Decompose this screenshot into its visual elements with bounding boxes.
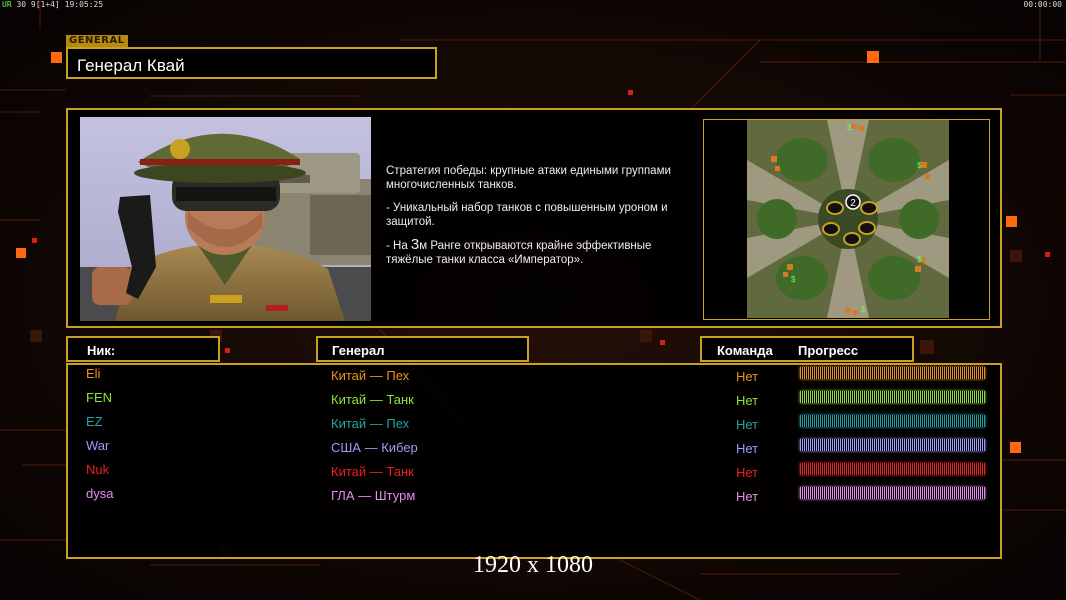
map-money-4: $ bbox=[861, 305, 866, 314]
desc-strategy: Стратегия победы: крупные атаки едиными … bbox=[386, 165, 671, 191]
team-header: Команда bbox=[717, 343, 773, 358]
player-nick: War bbox=[86, 438, 110, 453]
player-nick: dysa bbox=[86, 486, 114, 501]
general-header: Генерал bbox=[332, 343, 385, 358]
player-general: Китай — Танк bbox=[331, 464, 414, 479]
player-progress-fill bbox=[800, 463, 985, 475]
player-progress-bar bbox=[800, 415, 985, 427]
general-portrait-image bbox=[80, 117, 371, 321]
player-nick: Eli bbox=[86, 366, 101, 381]
nick-header: Ник: bbox=[87, 343, 116, 358]
hud-bracket: [1+4] bbox=[35, 0, 60, 9]
hud-stats: UR 30 9[1+4] 19:05:25 bbox=[2, 0, 103, 9]
map-money-5: $ bbox=[791, 275, 796, 284]
player-progress-bar bbox=[800, 463, 985, 475]
map-player-count: 2 bbox=[850, 198, 856, 209]
map-money-3: $ bbox=[917, 255, 922, 264]
desc-units: - Уникальный набор танков с повышенным у… bbox=[386, 202, 668, 228]
progress-header: Прогресс bbox=[798, 343, 859, 358]
resolution-label: 1920 x 1080 bbox=[473, 552, 593, 578]
player-progress-bar bbox=[800, 391, 985, 403]
hud-fps: 30 9 bbox=[16, 0, 36, 9]
map-preview: 2 $ $ $ $ $ bbox=[747, 120, 949, 318]
nick-header-box: Ник: bbox=[66, 336, 220, 362]
hud-prefix: UR bbox=[2, 0, 12, 9]
player-team: Нет bbox=[736, 393, 759, 408]
map-money-2: $ bbox=[917, 161, 922, 170]
map-minimap: 2 $ $ $ $ $ bbox=[747, 120, 949, 318]
player-general: Китай — Пех bbox=[331, 368, 410, 383]
player-team: Нет bbox=[736, 489, 759, 504]
player-nick: Nuk bbox=[86, 462, 110, 477]
desc-rank-number: 3 bbox=[410, 236, 420, 253]
player-progress-bar bbox=[800, 367, 985, 379]
general-header-box: Генерал bbox=[316, 336, 529, 362]
player-team: Нет bbox=[736, 441, 759, 456]
player-team: Нет bbox=[736, 417, 759, 432]
hud-clock: 19:05:25 bbox=[64, 0, 104, 9]
player-general: Китай — Пех bbox=[331, 416, 410, 431]
desc-rank-suffix: м Ранге открываются крайне эффективные т… bbox=[386, 240, 652, 266]
player-general: США — Кибер bbox=[331, 440, 418, 455]
general-title: Генерал Квай bbox=[77, 56, 185, 75]
player-progress-fill bbox=[800, 367, 985, 379]
player-team: Нет bbox=[736, 369, 759, 384]
player-general: Китай — Танк bbox=[331, 392, 414, 407]
general-title-box: Генерал Квай bbox=[66, 47, 437, 79]
general-description: Стратегия победы: крупные атаки едиными … bbox=[386, 164, 698, 276]
player-progress-fill bbox=[800, 415, 985, 427]
player-general: ГЛА — Штурм bbox=[331, 488, 416, 503]
general-portrait bbox=[80, 117, 371, 321]
player-progress-fill bbox=[800, 439, 985, 451]
player-team: Нет bbox=[736, 465, 759, 480]
player-nick: FEN bbox=[86, 390, 112, 405]
team-progress-header-box: Команда Прогресс bbox=[700, 336, 914, 362]
player-progress-fill bbox=[800, 391, 985, 403]
hud-timer: 00:00:00 bbox=[1023, 0, 1062, 9]
map-money-1: $ bbox=[847, 123, 852, 132]
player-progress-bar bbox=[800, 439, 985, 451]
player-progress-bar bbox=[800, 487, 985, 499]
desc-rank: - На 3м Ранге открываются крайне эффекти… bbox=[386, 236, 698, 267]
desc-rank-prefix: - На bbox=[386, 240, 411, 252]
general-tag: GENERAL bbox=[66, 35, 128, 47]
player-nick: EZ bbox=[86, 414, 103, 429]
player-progress-fill bbox=[800, 487, 985, 499]
